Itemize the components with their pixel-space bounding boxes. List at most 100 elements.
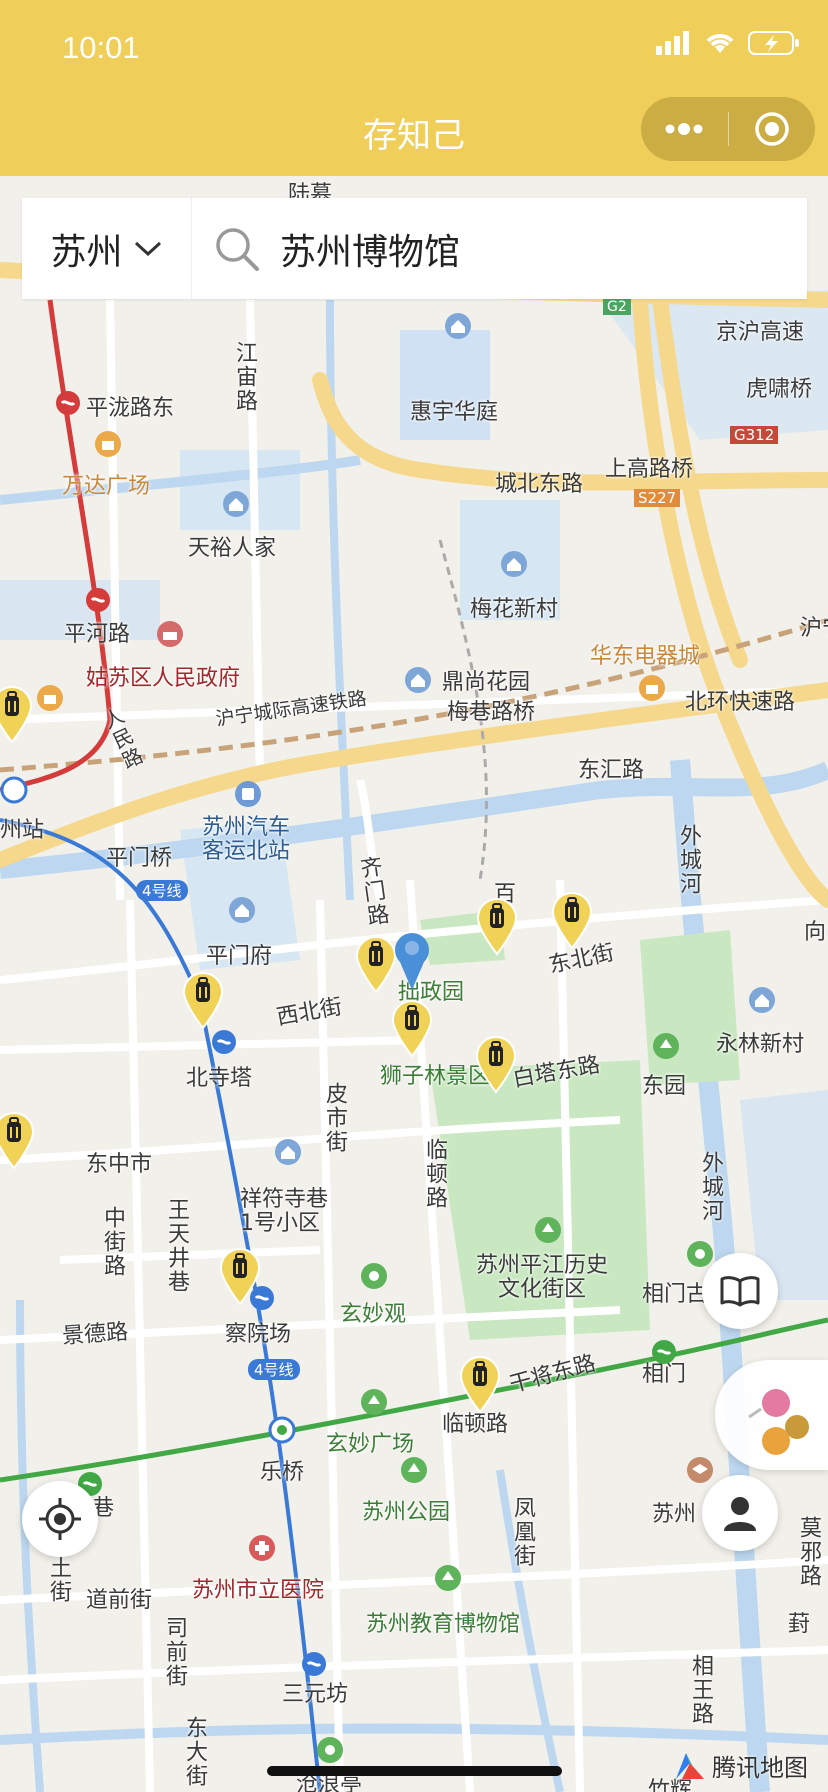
luggage-pin-icon[interactable] [474, 1034, 518, 1094]
search-icon [216, 227, 259, 271]
map-label: 司前街 [162, 1616, 187, 1688]
map-label: 东园 [642, 1074, 687, 1099]
luggage-pin-icon[interactable] [0, 684, 34, 744]
shopping-icon [95, 431, 121, 457]
hospital-icon [249, 1535, 275, 1561]
map-label: 北环快速路 [685, 690, 796, 715]
map-label: 乐桥 [260, 1460, 305, 1485]
map-label: 州站 [0, 818, 45, 843]
city-selector[interactable]: 苏州 [22, 198, 192, 299]
status-time: 10:01 [62, 30, 140, 65]
map-label: 王天井巷 [164, 1198, 189, 1294]
map-label: 平门桥 [106, 846, 173, 871]
park-icon [401, 1457, 427, 1483]
map-label: 江宙路 [232, 341, 257, 413]
map-label: 京沪高速 [716, 320, 805, 345]
map-label: 鼎尚花园 [442, 670, 531, 695]
shopping-icon [639, 675, 665, 701]
map-label: 虎啸桥 [746, 377, 813, 402]
map-label: 惠宇华庭 [410, 400, 499, 425]
search-input[interactable]: 苏州博物馆 [192, 198, 807, 299]
residential-icon [275, 1139, 301, 1165]
map-label: 北寺塔 [186, 1066, 253, 1091]
luggage-pin-icon[interactable] [550, 890, 594, 950]
locate-button[interactable] [22, 1481, 98, 1557]
government-icon [157, 621, 183, 647]
home-indicator [267, 1766, 562, 1776]
map-label: 土街 [46, 1556, 71, 1604]
map-label: 莫邪路 [796, 1516, 821, 1588]
floating-bubble-icon [748, 1389, 809, 1455]
residential-icon [223, 491, 249, 517]
destination-pin-icon[interactable] [390, 928, 434, 992]
metro-station-icon [302, 1652, 326, 1676]
map-label: 玄妙观 [340, 1302, 407, 1327]
more-icon [665, 123, 703, 135]
map-label: 道前街 [86, 1588, 153, 1613]
scenic-icon [361, 1263, 387, 1289]
bus-station-icon [235, 781, 261, 807]
map-provider-logo: 腾讯地图 [672, 1748, 808, 1783]
guide-button[interactable] [702, 1253, 778, 1329]
metro-line-badge: 4号线 [136, 880, 188, 901]
map-label: 祥符寺巷 1号小区 [240, 1187, 329, 1236]
tencent-map-icon [676, 1752, 704, 1779]
luggage-pin-icon[interactable] [218, 1246, 262, 1306]
map-label: 永林新村 [716, 1032, 805, 1057]
map-label: 梅巷路桥 [447, 700, 536, 725]
luggage-pin-icon[interactable] [390, 998, 434, 1058]
map-label: 皮市街 [322, 1082, 347, 1154]
scenic-icon [687, 1241, 713, 1267]
floating-service-bubble[interactable] [715, 1360, 828, 1470]
map-label: 三元坊 [282, 1682, 349, 1707]
residential-icon [749, 987, 775, 1013]
map-label: 向 [804, 920, 827, 945]
city-label: 苏州 [50, 231, 123, 273]
map-label: 沪宁 [800, 616, 828, 641]
luggage-pin-icon[interactable] [181, 970, 225, 1030]
residential-icon [445, 313, 471, 339]
map-label: 平门府 [206, 944, 273, 969]
profile-button[interactable] [702, 1475, 778, 1551]
map-label: 中街路 [100, 1206, 125, 1278]
top-bar: 10:01 存知己 [0, 0, 828, 176]
luggage-pin-icon[interactable] [0, 1110, 36, 1170]
map-label: 苏州教育博物馆 [366, 1612, 521, 1637]
locate-icon [39, 1498, 81, 1540]
map-view[interactable]: 陆慕 江宙路 平泷路东 惠宇华庭 G2 京沪高速 虎啸桥 万达广场 G312 城… [0, 176, 828, 1792]
map-label: 东汇路 [578, 758, 645, 783]
battery-icon [748, 31, 799, 55]
residential-icon [405, 667, 431, 693]
map-label: 苏州公园 [362, 1500, 451, 1525]
park-icon [653, 1033, 679, 1059]
highway-shield: G312 [730, 426, 779, 444]
map-label: 上高路桥 [605, 457, 694, 482]
map-label: 相王路 [688, 1654, 713, 1726]
person-icon [724, 1497, 756, 1531]
more-button[interactable] [641, 97, 728, 161]
luggage-pin-icon[interactable] [475, 896, 519, 956]
map-label: 外城河 [698, 1151, 723, 1223]
metro-station-icon [268, 1416, 296, 1444]
map-label: 梅花新村 [470, 597, 559, 622]
search-query: 苏州博物馆 [280, 231, 461, 273]
map-label: 苏州 [652, 1502, 697, 1527]
map-label: 城北东路 [495, 472, 584, 497]
luggage-pin-icon[interactable] [458, 1354, 502, 1414]
residential-icon [501, 551, 527, 577]
book-icon [720, 1276, 760, 1307]
metro-station-icon [56, 391, 80, 415]
school-icon [687, 1457, 713, 1483]
map-label: 相门古 [642, 1282, 709, 1307]
map-label: 苏州市立医院 [192, 1578, 325, 1603]
status-icons [656, 30, 800, 56]
map-label: 凤凰街 [510, 1496, 535, 1568]
map-label: 姑苏区人民政府 [86, 666, 241, 691]
park-icon [361, 1389, 387, 1415]
map-label: 东大街 [182, 1716, 207, 1788]
park-icon [435, 1565, 461, 1591]
close-miniapp-button[interactable] [729, 97, 816, 161]
residential-icon [229, 897, 255, 923]
map-label: 玄妙广场 [326, 1432, 415, 1457]
metro-station-icon [652, 1340, 676, 1364]
